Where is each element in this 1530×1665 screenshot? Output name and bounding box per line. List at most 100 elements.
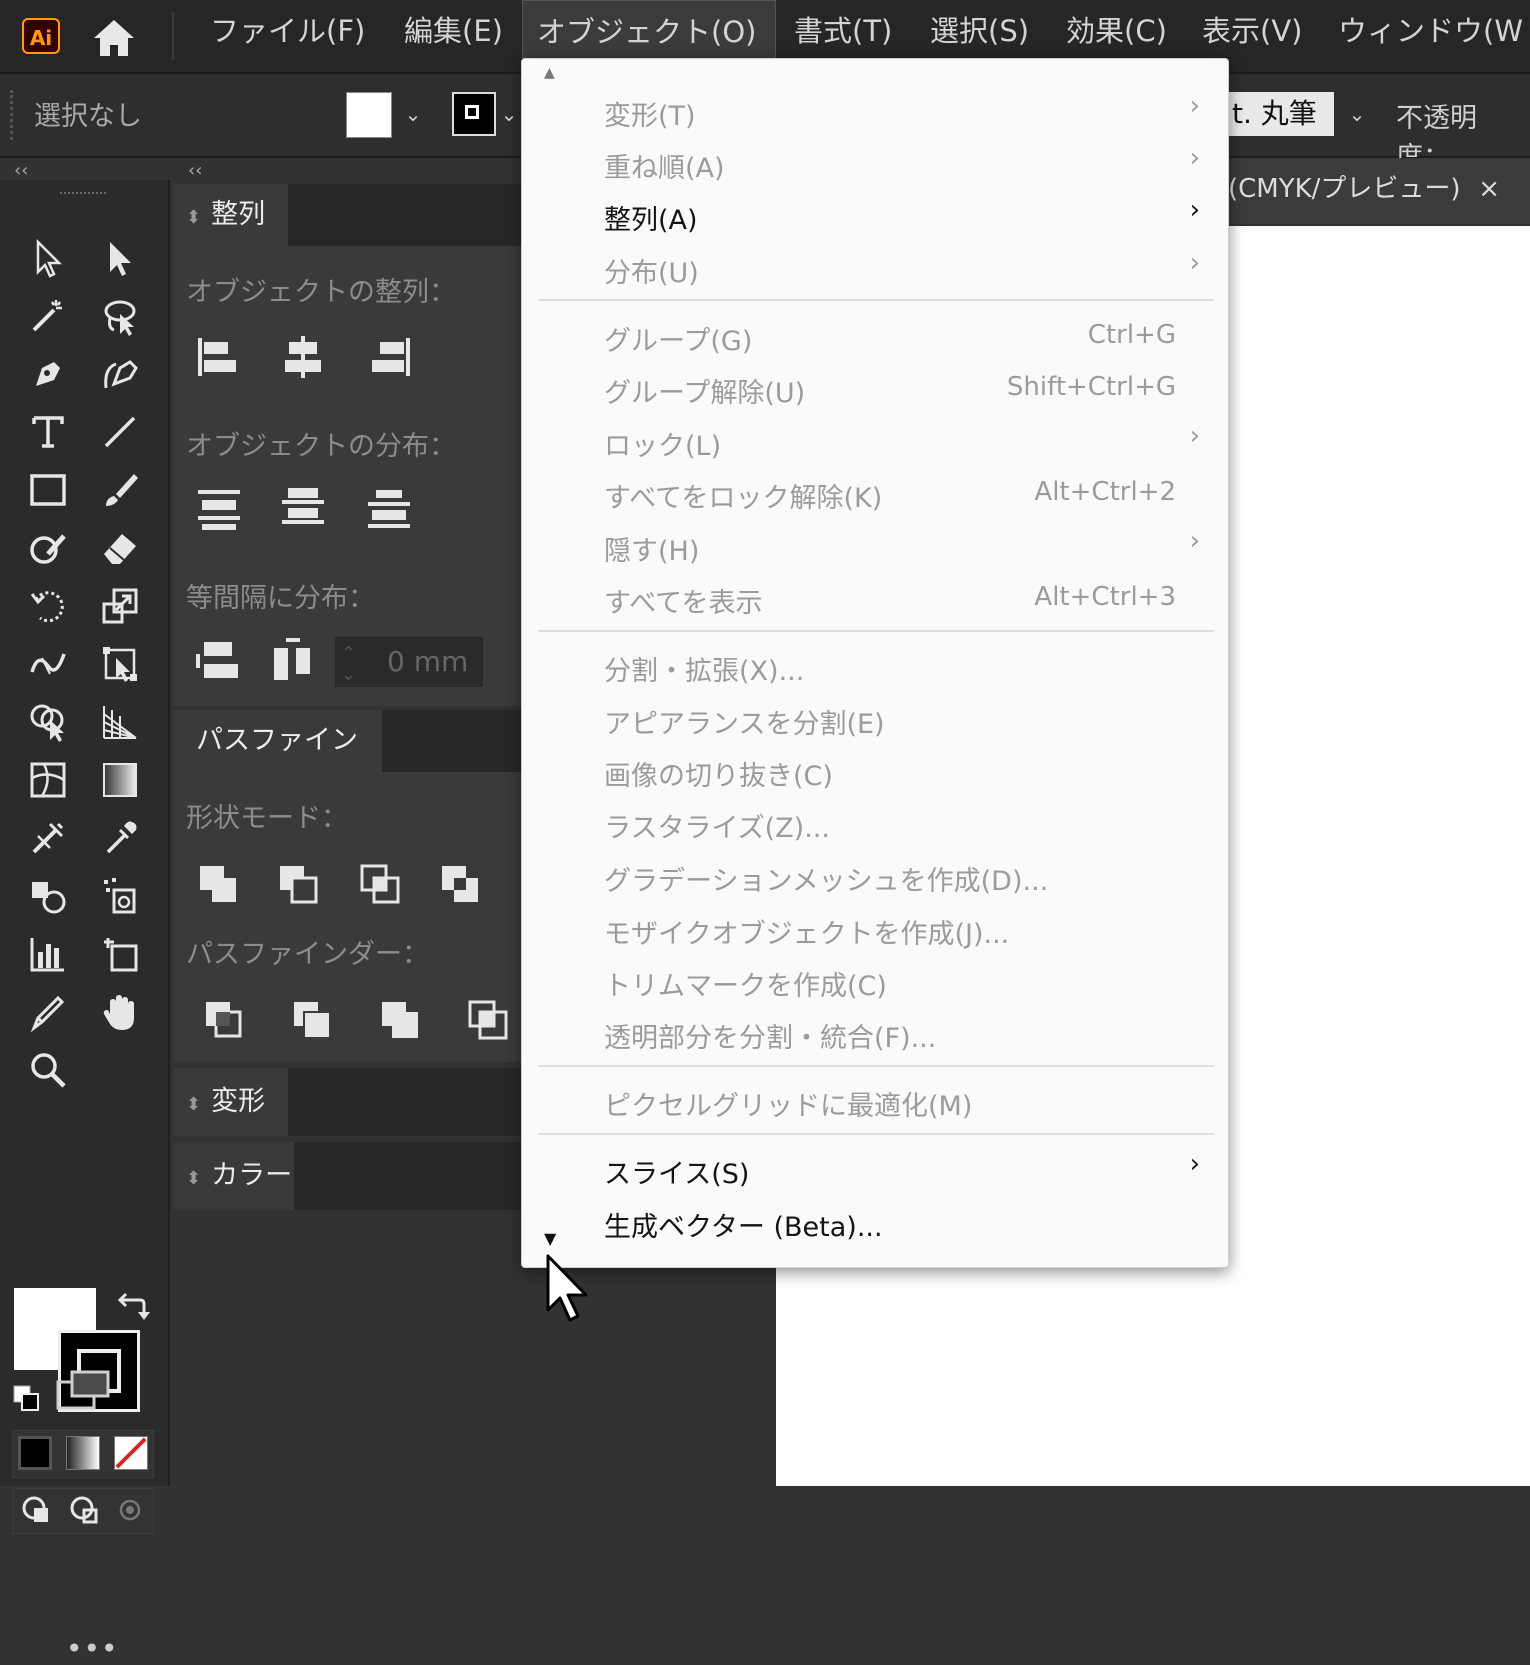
menu-item[interactable]: 重ね順(A) › <box>522 139 1228 187</box>
spacing-value-field[interactable]: ⌃ ⌄ 0 mm <box>334 636 484 688</box>
menu-object[interactable]: オブジェクト(O) <box>522 0 776 66</box>
eraser-tool-icon[interactable] <box>94 522 146 574</box>
gradient-mode-icon[interactable] <box>66 1436 100 1470</box>
menu-file[interactable]: ファイル(F) <box>210 0 365 66</box>
menu-view[interactable]: 表示(V) <box>1202 0 1302 66</box>
menu-item[interactable]: 分割・拡張(X)... <box>522 642 1228 690</box>
none-mode-icon[interactable] <box>114 1436 148 1470</box>
menu-effect[interactable]: 効果(C) <box>1066 0 1167 66</box>
scroll-down-icon[interactable]: ▼ <box>544 1229 556 1248</box>
menu-type[interactable]: 書式(T) <box>794 0 892 66</box>
menu-item[interactable]: モザイクオブジェクトを作成(J)... <box>522 905 1228 953</box>
distribute-top-icon[interactable] <box>194 484 244 534</box>
pen-tool-icon[interactable] <box>22 348 74 400</box>
menu-item[interactable]: 画像の切り抜き(C) <box>522 747 1228 795</box>
tab-align[interactable]: ⬍ 整列 <box>174 184 288 246</box>
menu-item[interactable]: トリムマークを作成(C) <box>522 957 1228 1005</box>
more-tools-icon[interactable]: ••• <box>66 1632 119 1665</box>
menu-item[interactable]: アピアランスを分割(E) <box>522 695 1228 743</box>
menu-item[interactable]: 生成ベクター (Beta)... <box>522 1198 1228 1246</box>
menu-item[interactable]: ロック(L) › <box>522 417 1228 465</box>
panel-toggle-icon[interactable]: ⬍ <box>186 1168 201 1189</box>
menu-item[interactable]: 変形(T) › <box>522 87 1228 135</box>
scroll-up-icon[interactable]: ▲ <box>544 65 555 81</box>
menu-select[interactable]: 選択(S) <box>930 0 1029 66</box>
gradient-tool-icon[interactable] <box>94 754 146 806</box>
paintbrush-tool-icon[interactable] <box>94 464 146 516</box>
menu-item[interactable]: スライス(S) › <box>522 1145 1228 1193</box>
draw-normal-icon[interactable] <box>20 1494 54 1528</box>
draw-behind-icon[interactable] <box>68 1494 102 1528</box>
menu-item[interactable]: 分布(U) › <box>522 244 1228 292</box>
brush-definition[interactable]: t. 丸筆 <box>1226 92 1334 136</box>
shaper-tool-icon[interactable] <box>22 522 74 574</box>
menu-item[interactable]: グラデーションメッシュを作成(D)... <box>522 852 1228 900</box>
fill-swatch[interactable] <box>346 92 392 138</box>
swap-fill-stroke-icon[interactable] <box>116 1290 150 1324</box>
menu-item[interactable]: 隠す(H) › <box>522 522 1228 570</box>
toolbar-grip[interactable] <box>60 192 106 200</box>
stepper-icon[interactable]: ⌃ ⌄ <box>341 643 356 685</box>
line-segment-tool-icon[interactable] <box>94 406 146 458</box>
crop-icon[interactable] <box>464 996 514 1046</box>
collapse-panels-icon[interactable]: ‹‹ <box>188 160 202 181</box>
stroke-swatch[interactable] <box>452 92 496 136</box>
intersect-icon[interactable] <box>356 860 406 910</box>
rectangle-tool-icon[interactable] <box>22 464 74 516</box>
default-fill-stroke-icon[interactable] <box>12 1384 42 1414</box>
lasso-tool-icon[interactable] <box>94 290 146 342</box>
menu-item[interactable]: グループ(G) Ctrl+G <box>522 312 1228 360</box>
free-transform-tool-icon[interactable] <box>94 638 146 690</box>
rotate-tool-icon[interactable] <box>22 580 74 632</box>
tab-pathfinder[interactable]: パスファインダー <box>174 710 382 818</box>
curvature-tool-icon[interactable] <box>94 348 146 400</box>
menu-item[interactable]: すべてをロック解除(K) Alt+Ctrl+2 <box>522 469 1228 517</box>
close-icon[interactable]: × <box>1478 158 1500 220</box>
color-mode-icon[interactable] <box>18 1436 52 1470</box>
vertical-spacing-icon[interactable] <box>194 636 244 686</box>
align-right-icon[interactable] <box>364 332 414 382</box>
column-graph-tool-icon[interactable] <box>22 928 74 980</box>
mesh-tool-icon[interactable] <box>22 754 74 806</box>
tab-color[interactable]: ⬍ カラー <box>174 1142 294 1210</box>
exclude-icon[interactable] <box>436 860 486 910</box>
width-tool-icon[interactable] <box>22 638 74 690</box>
menu-window[interactable]: ウィンドウ(W <box>1338 0 1523 66</box>
direct-selection-tool-icon[interactable] <box>94 232 146 284</box>
trim-icon[interactable] <box>288 996 338 1046</box>
selection-tool-icon[interactable] <box>22 232 74 284</box>
chevron-down-icon[interactable]: ⌄ <box>396 92 430 136</box>
draw-inside-icon[interactable] <box>116 1494 150 1528</box>
merge-icon[interactable] <box>376 996 426 1046</box>
minus-front-icon[interactable] <box>274 860 324 910</box>
distribute-center-icon[interactable] <box>278 484 328 534</box>
artboard-tool-icon[interactable] <box>94 928 146 980</box>
chevron-down-icon[interactable]: ⌄ <box>1340 92 1374 136</box>
zoom-tool-icon[interactable] <box>22 1044 74 1096</box>
magic-wand-tool-icon[interactable] <box>22 290 74 342</box>
distribute-bottom-icon[interactable] <box>364 484 414 534</box>
scale-tool-icon[interactable] <box>94 580 146 632</box>
app-logo[interactable]: Ai <box>22 18 60 54</box>
eyedropper-tool-icon[interactable] <box>94 812 146 864</box>
unite-icon[interactable] <box>194 860 244 910</box>
align-left-icon[interactable] <box>194 332 244 382</box>
eyedropper-alt-tool-icon[interactable] <box>22 812 74 864</box>
menu-item[interactable]: 整列(A) › <box>522 191 1228 239</box>
chevron-down-icon[interactable]: ⌄ <box>498 92 520 136</box>
perspective-grid-tool-icon[interactable] <box>94 696 146 748</box>
type-tool-icon[interactable] <box>22 406 74 458</box>
blend-tool-icon[interactable] <box>22 870 74 922</box>
horizontal-spacing-icon[interactable] <box>268 636 318 686</box>
menu-item[interactable]: グループ解除(U) Shift+Ctrl+G <box>522 364 1228 412</box>
slice-tool-icon[interactable] <box>22 986 74 1038</box>
menu-item[interactable]: 透明部分を分割・統合(F)... <box>522 1009 1228 1057</box>
panel-toggle-icon[interactable]: ⬍ <box>186 1094 201 1115</box>
symbol-sprayer-tool-icon[interactable] <box>94 870 146 922</box>
panel-toggle-icon[interactable]: ⬍ <box>186 207 201 228</box>
menu-item[interactable]: ピクセルグリッドに最適化(M) <box>522 1077 1228 1125</box>
shape-builder-tool-icon[interactable] <box>22 696 74 748</box>
menu-item[interactable]: ラスタライズ(Z)... <box>522 799 1228 847</box>
screen-mode-icon[interactable] <box>56 1370 114 1412</box>
menu-edit[interactable]: 編集(E) <box>404 0 503 66</box>
